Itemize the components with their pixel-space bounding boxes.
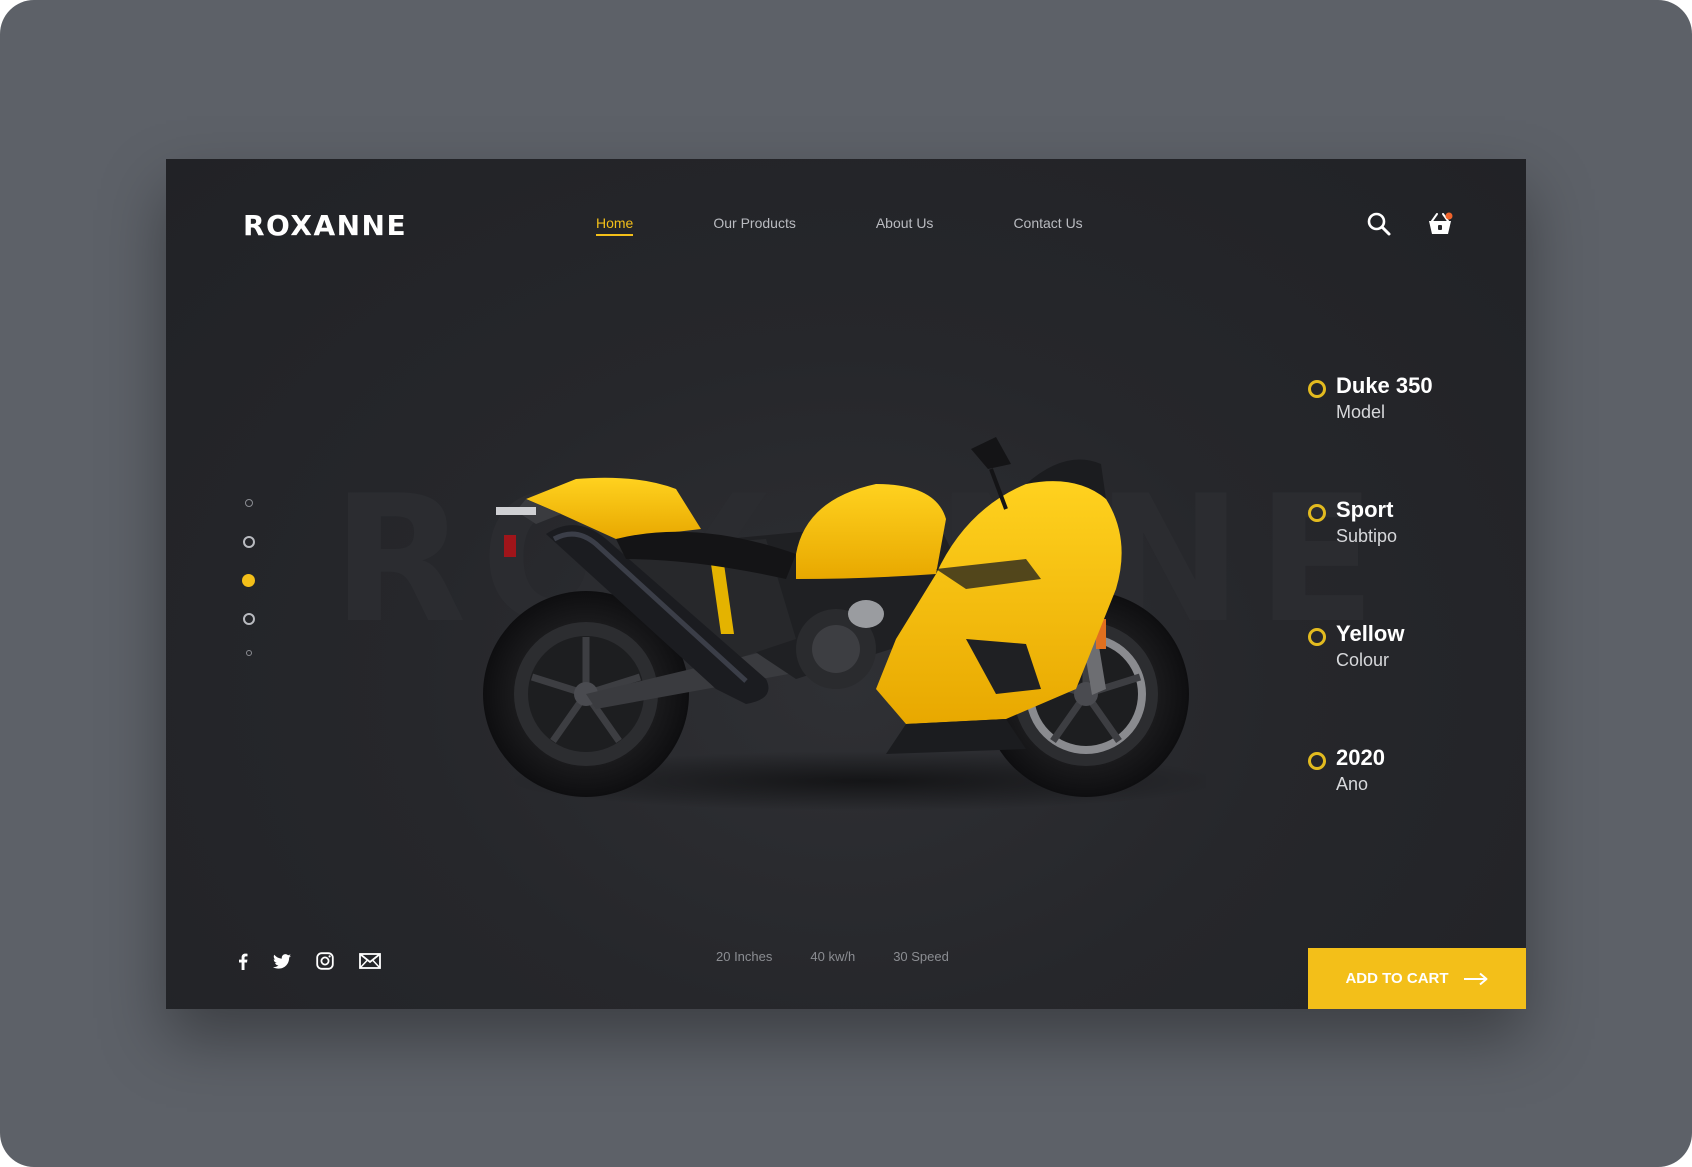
landing-page: ROXANNE Home Our Products About Us Conta…: [166, 159, 1526, 1009]
facebook-icon[interactable]: [238, 953, 248, 970]
nav-item-about-us[interactable]: About Us: [876, 215, 934, 236]
spec-value: Duke 350: [1336, 373, 1433, 398]
spec-value: Sport: [1336, 497, 1394, 522]
mail-icon[interactable]: [359, 953, 381, 969]
add-to-cart-button[interactable]: ADD TO CART: [1308, 948, 1526, 1009]
feature-size: 20 Inches: [716, 949, 773, 964]
feature-speed: 30 Speed: [893, 949, 949, 964]
slider-dot-5[interactable]: [246, 650, 252, 656]
spec-value: Yellow: [1336, 621, 1405, 646]
arrow-right-icon: [1463, 972, 1489, 986]
slider-dot-1[interactable]: [245, 499, 253, 507]
spec-label: Model: [1336, 402, 1386, 422]
spec-label: Colour: [1336, 650, 1390, 670]
spec-label: Ano: [1336, 774, 1369, 794]
cart-notification-dot: [1445, 212, 1453, 220]
slider-dot-4[interactable]: [243, 613, 255, 625]
slider-dot-3-active[interactable]: [242, 574, 255, 587]
backdrop: ROXANNE Home Our Products About Us Conta…: [0, 0, 1692, 1167]
spec-ring-icon: [1308, 628, 1326, 646]
main-nav: Home Our Products About Us Contact Us: [596, 215, 1163, 236]
spec-value: 2020: [1336, 745, 1385, 770]
spec-ring-icon: [1308, 752, 1326, 770]
feature-list: 20 Inches 40 kw/h 30 Speed: [716, 949, 987, 964]
spec-ring-icon: [1308, 380, 1326, 398]
nav-item-home[interactable]: Home: [596, 215, 634, 236]
cart-icon[interactable]: [1426, 211, 1454, 237]
nav-item-contact-us[interactable]: Contact Us: [1013, 215, 1082, 236]
spec-label: Subtipo: [1336, 526, 1398, 546]
twitter-icon[interactable]: [273, 953, 291, 969]
slider-dot-2[interactable]: [243, 536, 255, 548]
logo[interactable]: ROXANNE: [243, 209, 407, 242]
spec-ring-icon: [1308, 504, 1326, 522]
instagram-icon[interactable]: [316, 952, 334, 970]
motorcycle-image: [483, 437, 1206, 811]
nav-item-our-products[interactable]: Our Products: [713, 215, 795, 236]
social-links: [238, 952, 406, 970]
add-to-cart-label: ADD TO CART: [1345, 970, 1449, 987]
feature-power: 40 kw/h: [810, 949, 856, 964]
search-icon[interactable]: [1366, 211, 1392, 237]
